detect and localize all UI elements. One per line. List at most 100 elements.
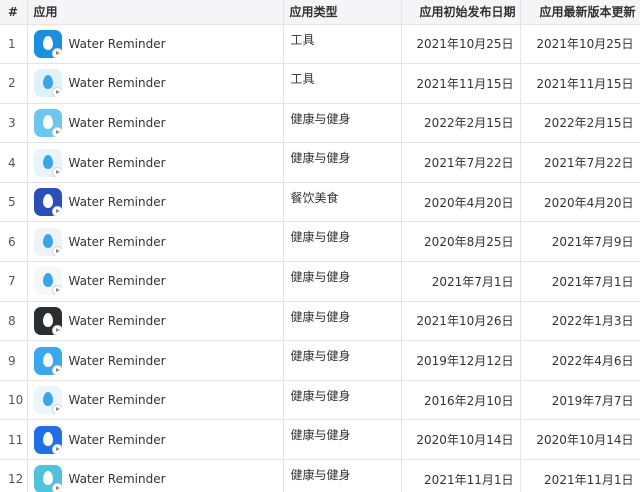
app-cell[interactable]: Water Reminder [27, 459, 284, 492]
play-icon[interactable] [51, 87, 62, 98]
play-icon[interactable] [51, 245, 62, 256]
row-number: 8 [0, 301, 28, 342]
app-cell[interactable]: Water Reminder [27, 221, 284, 263]
water-drop-icon[interactable] [33, 425, 62, 454]
play-icon[interactable] [51, 206, 62, 217]
latest-update-date: 2019年7月7日 [520, 380, 640, 421]
play-icon[interactable] [51, 126, 62, 137]
table-row[interactable]: 5 Water Reminder 餐饮美食 2020年4月20日 2020年4月… [0, 182, 640, 223]
apps-table: # 应用 应用类型 应用初始发布日期 应用最新版本更新 1 Water Remi… [0, 0, 640, 492]
row-number: 4 [0, 142, 28, 183]
initial-release-date: 2021年7月22日 [401, 142, 521, 183]
water-reminder-text-icon[interactable] [33, 188, 62, 217]
header-type[interactable]: 应用类型 [283, 0, 402, 25]
app-type: 健康与健身 [283, 301, 402, 342]
app-cell[interactable]: Water Reminder [27, 24, 284, 65]
table-row[interactable]: 9 Water Reminder 健康与健身 2019年12月12日 2022年… [0, 340, 640, 381]
app-name[interactable]: Water Reminder [69, 472, 166, 486]
app-name[interactable]: Water Reminder [69, 37, 166, 51]
water-wave-icon[interactable] [33, 465, 62, 492]
app-name[interactable]: Water Reminder [69, 235, 166, 249]
app-type: 工具 [283, 63, 402, 104]
header-app[interactable]: 应用 [27, 0, 284, 25]
latest-update-date: 2021年10月25日 [520, 24, 640, 65]
initial-release-date: 2022年2月15日 [401, 103, 521, 144]
header-num[interactable]: # [0, 0, 28, 25]
play-icon[interactable] [51, 364, 62, 375]
person-drinking-icon[interactable] [33, 227, 62, 256]
header-latest-date[interactable]: 应用最新版本更新 [520, 0, 640, 25]
initial-release-date: 2021年10月25日 [401, 24, 521, 65]
play-icon[interactable] [51, 166, 62, 177]
table-row[interactable]: 1 Water Reminder 工具 2021年10月25日 2021年10月… [0, 24, 640, 65]
water-glass-icon[interactable] [33, 69, 62, 98]
app-name[interactable]: Water Reminder [69, 314, 166, 328]
app-cell[interactable]: Water Reminder [27, 419, 284, 461]
app-name[interactable]: Water Reminder [69, 274, 166, 288]
app-name[interactable]: Water Reminder [69, 433, 166, 447]
initial-release-date: 2021年10月26日 [401, 301, 521, 342]
latest-update-date: 2022年1月3日 [520, 301, 640, 342]
row-number: 12 [0, 459, 28, 492]
app-cell[interactable]: Water Reminder [27, 301, 284, 342]
play-icon[interactable] [51, 47, 62, 58]
latest-update-date: 2020年4月20日 [520, 182, 640, 223]
app-name[interactable]: Water Reminder [69, 76, 166, 90]
app-cell[interactable]: Water Reminder [27, 261, 284, 302]
row-number: 2 [0, 63, 28, 104]
app-cell[interactable]: Water Reminder [27, 182, 284, 223]
app-name[interactable]: Water Reminder [69, 116, 166, 130]
table-row[interactable]: 11 Water Reminder 健康与健身 2020年10月14日 2020… [0, 419, 640, 461]
play-icon[interactable] [51, 483, 62, 492]
row-number: 7 [0, 261, 28, 302]
table-header-row: # 应用 应用类型 应用初始发布日期 应用最新版本更新 [0, 0, 640, 25]
water-glass-icon[interactable] [33, 386, 62, 415]
cloud-drop-icon[interactable] [33, 306, 62, 335]
initial-release-date: 2019年12月12日 [401, 340, 521, 381]
table-row[interactable]: 2 Water Reminder 工具 2021年11月15日 2021年11月… [0, 63, 640, 104]
latest-update-date: 2022年2月15日 [520, 103, 640, 144]
row-number: 11 [0, 419, 28, 461]
latest-update-date: 2021年7月22日 [520, 142, 640, 183]
app-cell[interactable]: Water Reminder [27, 63, 284, 104]
app-cell[interactable]: Water Reminder [27, 142, 284, 183]
app-name[interactable]: Water Reminder [69, 354, 166, 368]
play-icon[interactable] [51, 404, 62, 415]
app-cell[interactable]: Water Reminder [27, 380, 284, 421]
initial-release-date: 2020年10月14日 [401, 419, 521, 461]
initial-release-date: 2020年4月20日 [401, 182, 521, 223]
water-drops-icon[interactable] [33, 148, 62, 177]
table-row[interactable]: 6 Water Reminder 健康与健身 2020年8月25日 2021年7… [0, 221, 640, 263]
latest-update-date: 2021年11月1日 [520, 459, 640, 492]
initial-release-date: 2021年11月1日 [401, 459, 521, 492]
table-row[interactable]: 4 Water Reminder 健康与健身 2021年7月22日 2021年7… [0, 142, 640, 183]
app-cell[interactable]: Water Reminder [27, 340, 284, 381]
play-icon[interactable] [51, 285, 62, 296]
table-row[interactable]: 12 Water Reminder 健康与健身 2021年11月1日 2021年… [0, 459, 640, 492]
app-name[interactable]: Water Reminder [69, 156, 166, 170]
water-drop-c-icon[interactable] [33, 29, 62, 58]
app-name[interactable]: Water Reminder [69, 195, 166, 209]
water-drop-icon[interactable] [33, 346, 62, 375]
initial-release-date: 2020年8月25日 [401, 221, 521, 263]
app-type: 健康与健身 [283, 380, 402, 421]
initial-release-date: 2021年11月15日 [401, 63, 521, 104]
table-row[interactable]: 10 Water Reminder 健康与健身 2016年2月10日 2019年… [0, 380, 640, 421]
row-number: 6 [0, 221, 28, 263]
table-row[interactable]: 8 Water Reminder 健康与健身 2021年10月26日 2022年… [0, 301, 640, 342]
table-row[interactable]: 3 Water Reminder 健康与健身 2022年2月15日 2022年2… [0, 103, 640, 144]
header-initial-date[interactable]: 应用初始发布日期 [401, 0, 521, 25]
initial-release-date: 2021年7月1日 [401, 261, 521, 302]
row-number: 10 [0, 380, 28, 421]
water-drop-icon[interactable] [33, 108, 62, 137]
latest-update-date: 2021年11月15日 [520, 63, 640, 104]
water-drop-icon[interactable] [33, 267, 62, 296]
app-cell[interactable]: Water Reminder [27, 103, 284, 144]
table-row[interactable]: 7 Water Reminder 健康与健身 2021年7月1日 2021年7月… [0, 261, 640, 302]
play-icon[interactable] [51, 324, 62, 335]
play-icon[interactable] [51, 443, 62, 454]
latest-update-date: 2022年4月6日 [520, 340, 640, 381]
row-number: 1 [0, 24, 28, 65]
app-type: 健康与健身 [283, 103, 402, 144]
app-name[interactable]: Water Reminder [69, 393, 166, 407]
